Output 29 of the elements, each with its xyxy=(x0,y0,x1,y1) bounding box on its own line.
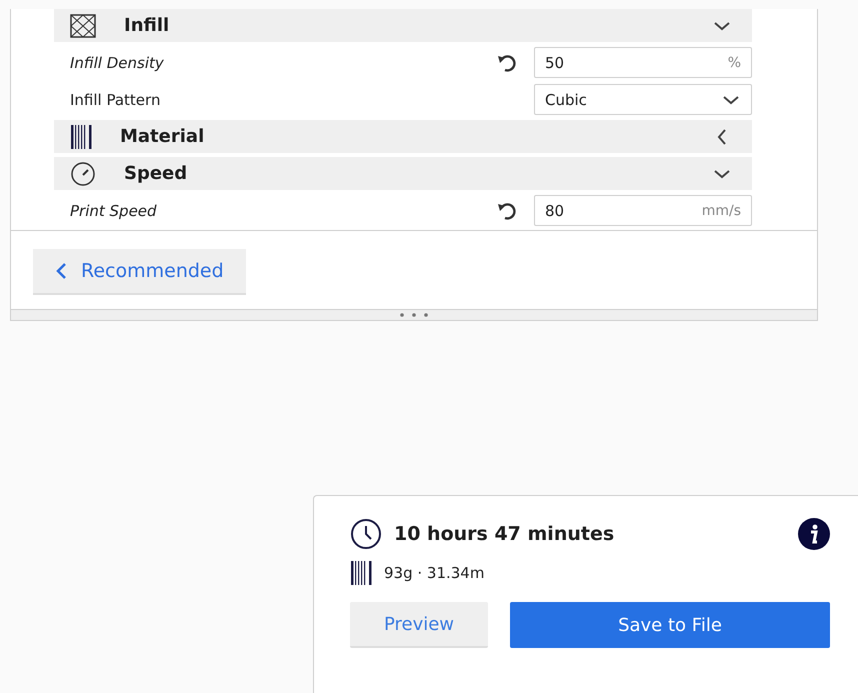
dropdown[interactable]: Cubic xyxy=(534,84,752,115)
category-header[interactable]: Material xyxy=(54,120,752,153)
print-time: 10 hours 47 minutes xyxy=(394,523,616,545)
reset-icon[interactable] xyxy=(496,52,518,72)
save-button[interactable]: Save to File xyxy=(510,602,830,648)
setting-label: Print Speed xyxy=(70,202,158,220)
clock-icon xyxy=(350,518,382,550)
material-usage: 93g · 31.34m xyxy=(384,564,484,582)
category-header[interactable]: Infill xyxy=(54,9,752,42)
recommended-button[interactable]: Recommended xyxy=(33,249,246,295)
category-title: Material xyxy=(120,126,206,147)
category-title: Infill xyxy=(124,15,170,36)
number-field[interactable]: 80 mm/s xyxy=(534,195,752,226)
unit-label: % xyxy=(728,54,741,70)
chevron-left-icon xyxy=(55,262,67,280)
drag-handle-icon[interactable] xyxy=(399,313,429,317)
category-title: Speed xyxy=(124,163,188,184)
unit-label: mm/s xyxy=(702,202,741,218)
speedometer-icon xyxy=(70,162,96,186)
setting-label: Infill Density xyxy=(70,54,165,72)
setting-label: Infill Pattern xyxy=(70,90,162,108)
reset-icon[interactable] xyxy=(496,200,518,220)
preview-button[interactable]: Preview xyxy=(350,602,488,648)
info-icon[interactable] xyxy=(798,518,830,550)
grid-pattern-icon xyxy=(70,14,96,38)
filament-icon xyxy=(70,124,92,150)
filament-icon xyxy=(350,560,372,586)
category-header[interactable]: Speed xyxy=(54,157,752,190)
number-field[interactable]: 50 % xyxy=(534,47,752,78)
